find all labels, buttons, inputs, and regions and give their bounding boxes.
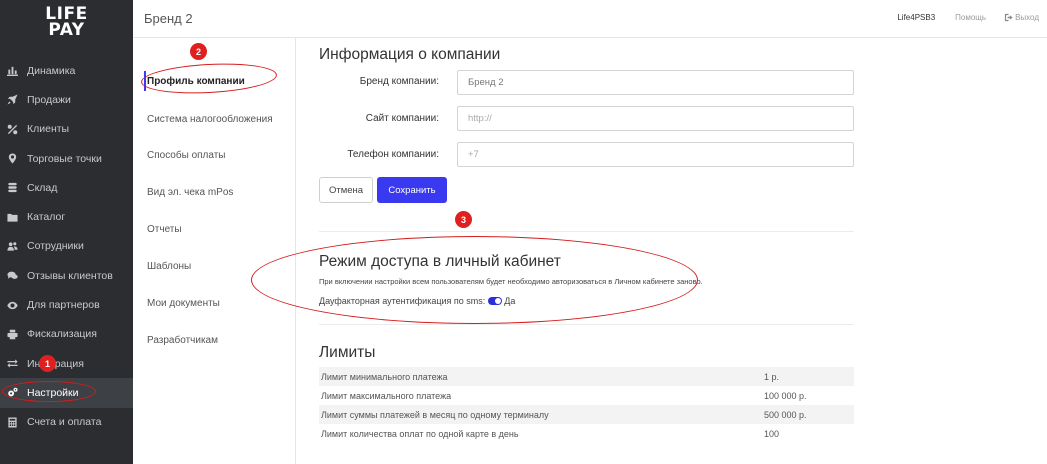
users-icon	[6, 240, 18, 252]
sidebar-item-integration[interactable]: Интеграция	[0, 349, 133, 378]
user-account-link[interactable]: Life4PSB3	[897, 13, 935, 22]
eye-icon	[6, 299, 18, 311]
printer-icon	[6, 328, 18, 340]
section-divider	[319, 231, 854, 232]
sidebar-item-outlets[interactable]: Торговые точки	[0, 144, 133, 173]
brand-input[interactable]: Бренд 2	[457, 70, 854, 95]
logout-label: Выход	[1015, 13, 1039, 22]
table-row: Лимит суммы платежей в месяц по одному т…	[319, 405, 854, 424]
site-label: Сайт компании:	[365, 113, 439, 124]
site-input[interactable]: http://	[457, 106, 854, 131]
folder-icon	[6, 211, 18, 223]
sidebar-item-fiscal[interactable]: Фискализация	[0, 320, 133, 349]
header-actions: Life4PSB3 Помощь Выход	[897, 13, 1039, 22]
percent-icon	[6, 123, 18, 135]
limit-value: 500 000 р.	[764, 409, 807, 420]
sidebar-item-label: Динамика	[27, 64, 76, 77]
sidebar-item-sales[interactable]: Продажи	[0, 85, 133, 114]
limit-name: Лимит количества оплат по одной карте в …	[321, 428, 519, 439]
annotation-ellipse-settings	[2, 381, 96, 402]
limit-value: 100 000 р.	[764, 390, 807, 401]
bar-chart-icon	[6, 65, 18, 77]
limits-title: Лимиты	[319, 344, 376, 361]
sidebar-item-label: Каталог	[27, 211, 66, 224]
section-divider	[319, 324, 854, 325]
sidebar-item-reviews[interactable]: Отзывы клиентов	[0, 261, 133, 290]
sign-out-icon	[1004, 13, 1013, 22]
sidebar-item-label: Отзывы клиентов	[27, 269, 113, 282]
sidebar-nav: Динамика Продажи Клиенты Торговые точки …	[0, 56, 133, 437]
table-row: Лимит максимального платежа 100 000 р.	[319, 386, 854, 405]
logo[interactable]: LIFE PAY	[0, 6, 133, 40]
submenu-item-templates[interactable]: Шаблоны	[147, 261, 191, 272]
company-info-title: Информация о компании	[319, 46, 501, 63]
phone-label: Телефон компании:	[347, 149, 439, 160]
sidebar-item-label: Клиенты	[27, 123, 70, 136]
submenu-item-my-documents[interactable]: Мои документы	[147, 298, 220, 309]
sidebar-item-dynamics[interactable]: Динамика	[0, 56, 133, 85]
sidebar-item-clients[interactable]: Клиенты	[0, 115, 133, 144]
submenu-item-tax-system[interactable]: Система налогообложения	[147, 114, 273, 125]
submenu-item-reports[interactable]: Отчеты	[147, 224, 182, 235]
save-button[interactable]: Сохранить	[377, 177, 447, 203]
comments-icon	[6, 270, 18, 282]
sidebar-item-partners[interactable]: Для партнеров	[0, 290, 133, 319]
sidebar-item-label: Склад	[27, 181, 58, 194]
logout-link[interactable]: Выход	[1004, 13, 1039, 22]
exchange-icon	[6, 358, 18, 370]
settings-submenu: Профиль компании Система налогообложения…	[133, 38, 296, 464]
annotation-ellipse-access	[251, 236, 698, 324]
sidebar-item-label: Продажи	[27, 93, 71, 106]
help-link[interactable]: Помощь	[955, 13, 986, 22]
limit-value: 1 р.	[764, 371, 780, 382]
limit-name: Лимит максимального платежа	[321, 390, 452, 401]
annotation-badge-1: 1	[39, 355, 56, 372]
sidebar-item-warehouse[interactable]: Склад	[0, 173, 133, 202]
limit-name: Лимит минимального платежа	[321, 371, 448, 382]
sidebar-item-catalog[interactable]: Каталог	[0, 202, 133, 231]
sidebar-item-employees[interactable]: Сотрудники	[0, 232, 133, 261]
annotation-badge-3: 3	[455, 211, 472, 228]
table-row: Лимит минимального платежа 1 р.	[319, 367, 854, 386]
sidebar-item-billing[interactable]: Счета и оплата	[0, 408, 133, 437]
sidebar-item-label: Фискализация	[27, 328, 97, 341]
database-icon	[6, 182, 18, 194]
logo-line2: PAY	[48, 20, 85, 40]
sidebar-item-label: Сотрудники	[27, 240, 84, 253]
app-root: LIFE PAY Динамика Продажи Клиенты Торгов…	[0, 0, 1047, 464]
limits-table: Лимит минимального платежа 1 р. Лимит ма…	[319, 367, 854, 443]
calculator-icon	[6, 416, 18, 428]
phone-input[interactable]: +7	[457, 142, 854, 167]
sidebar-item-label: Для партнеров	[27, 299, 100, 312]
map-marker-icon	[6, 153, 18, 165]
page-title: Бренд 2	[144, 11, 193, 26]
submenu-item-receipt-view[interactable]: Вид эл. чека mPos	[147, 187, 233, 198]
top-header: Бренд 2 Life4PSB3 Помощь Выход	[133, 0, 1047, 38]
limit-value: 100	[764, 428, 780, 439]
submenu-item-developers[interactable]: Разработчикам	[147, 335, 218, 346]
rocket-icon	[6, 94, 18, 106]
submenu-item-payment-methods[interactable]: Способы оплаты	[147, 150, 226, 161]
annotation-badge-2: 2	[190, 43, 207, 60]
table-row: Лимит количества оплат по одной карте в …	[319, 424, 854, 443]
limit-name: Лимит суммы платежей в месяц по одному т…	[321, 409, 549, 420]
sidebar-item-label: Счета и оплата	[27, 416, 102, 429]
sidebar-item-label: Торговые точки	[27, 152, 102, 165]
brand-label: Бренд компании:	[359, 76, 439, 87]
cancel-button[interactable]: Отмена	[319, 177, 373, 203]
